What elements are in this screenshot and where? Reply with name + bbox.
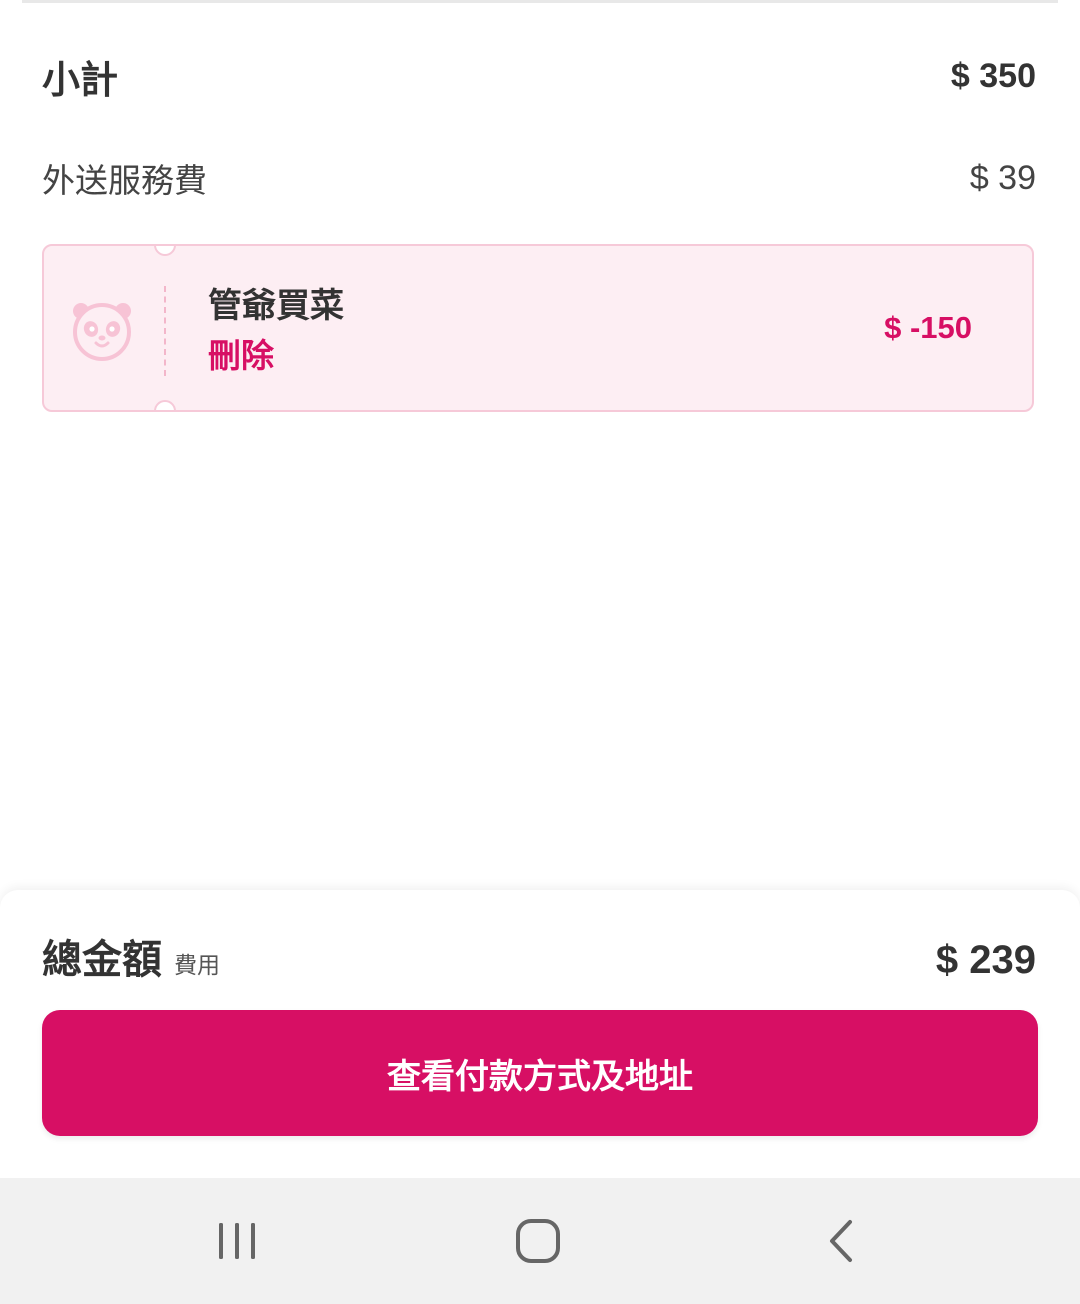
- voucher-text-group: 管爺買菜 刪除: [208, 282, 344, 382]
- voucher-notch-top: [154, 246, 176, 256]
- delivery-fee-row: 外送服務費 $ 39: [42, 152, 1036, 204]
- top-divider: [22, 0, 1058, 3]
- panda-icon: [73, 303, 131, 361]
- subtotal-row: 小計 $ 350: [42, 50, 1036, 102]
- voucher-notch-bottom: [154, 400, 176, 410]
- cart-summary-screen: 小計 $ 350 外送服務費 $ 39 管爺買菜 刪除 $ -150 總金額 費…: [0, 0, 1080, 1304]
- total-fee-sublabel: 費用: [174, 953, 220, 979]
- delivery-fee-label: 外送服務費: [42, 161, 207, 200]
- home-icon: [516, 1219, 560, 1263]
- recent-apps-icon: [219, 1223, 255, 1259]
- voucher-discount-amount: $ -150: [884, 310, 972, 345]
- home-button[interactable]: [508, 1216, 568, 1266]
- system-navigation-bar: [0, 1178, 1080, 1304]
- total-amount: $ 239: [935, 938, 1036, 982]
- voucher-name: 管爺買菜: [208, 286, 344, 326]
- back-button[interactable]: [812, 1216, 872, 1266]
- view-payment-address-button[interactable]: 查看付款方式及地址: [42, 1010, 1038, 1136]
- voucher-remove-button[interactable]: 刪除: [208, 330, 344, 382]
- total-row: 總金額 費用 $ 239: [42, 934, 1036, 986]
- voucher-perforation: [164, 286, 166, 376]
- checkout-bottom-sheet: 總金額 費用 $ 239 查看付款方式及地址: [0, 890, 1080, 1178]
- delivery-fee-amount: $ 39: [969, 158, 1036, 197]
- back-icon: [830, 1220, 852, 1262]
- recent-apps-button[interactable]: [207, 1216, 267, 1266]
- total-label: 總金額: [42, 937, 162, 983]
- total-label-group: 總金額 費用: [42, 934, 220, 986]
- voucher-card: 管爺買菜 刪除 $ -150: [42, 244, 1034, 412]
- subtotal-amount: $ 350: [950, 56, 1036, 95]
- subtotal-label: 小計: [42, 57, 119, 102]
